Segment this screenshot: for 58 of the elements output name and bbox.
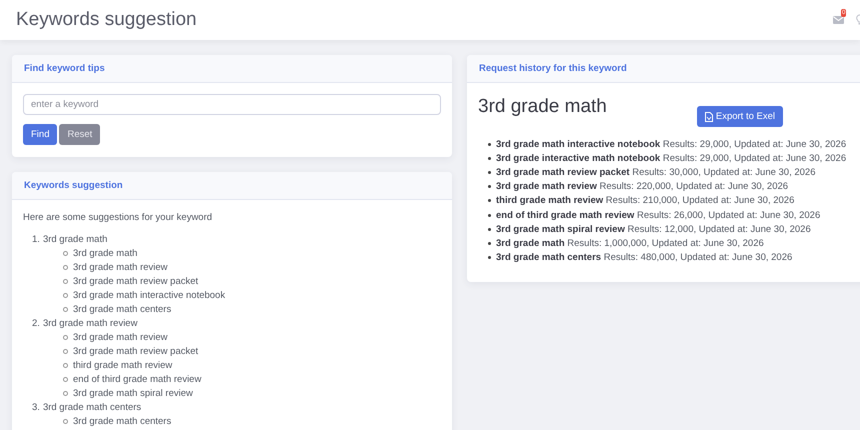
bullet-icon xyxy=(63,334,68,340)
bullet-icon xyxy=(63,390,68,396)
history-entry: 3rd grade math interactive notebook Results: 29,000, Updated at: June 30, 2026 xyxy=(496,138,846,150)
keyword-field[interactable]: enter a keyword xyxy=(23,94,441,115)
bullet-icon xyxy=(488,256,491,260)
suggestion-item: 3rd grade math review xyxy=(73,332,168,343)
bullet-icon xyxy=(488,228,491,231)
bullet-icon xyxy=(63,306,68,312)
suggestion-item: 3rd grade math review packet xyxy=(73,276,198,287)
reset-button[interactable]: Reset xyxy=(59,124,100,145)
history-entry: end of third grade math review Results: 26,000, Updated at: June 30, 2026 xyxy=(496,210,820,221)
suggestion-item: 3rd grade math centers xyxy=(73,304,172,315)
history-entry: 3rd grade math review Results: 220,000, Updated at: June 30, 2026 xyxy=(496,181,788,192)
suggestion-item: 3rd grade math spiral review xyxy=(73,388,193,399)
history-entry: 3rd grade math spiral review Results: 12,000, Updated at: June 30, 2026 xyxy=(496,224,811,235)
list-number: 2. xyxy=(32,318,40,329)
file-download-icon xyxy=(704,112,713,122)
bullet-icon xyxy=(488,199,491,202)
bullet-icon xyxy=(488,156,491,160)
bullet-icon xyxy=(63,264,68,270)
bullet-icon xyxy=(488,185,491,188)
history-entry: 3rd grade math centers Results: 480,000, Updated at: June 30, 2026 xyxy=(496,252,792,264)
bullet-icon xyxy=(63,250,68,256)
bullet-icon xyxy=(63,278,68,284)
bullet-icon xyxy=(488,214,491,217)
bullet-icon xyxy=(63,292,68,298)
intro-text: Here are some suggestions for your keyword xyxy=(23,212,214,223)
suggestion-item: end of third grade math review xyxy=(73,374,202,385)
list-number: 3. xyxy=(32,402,40,413)
keyword-heading: 3rd grade math xyxy=(478,96,607,118)
suggestion-group: 3rd grade math centers xyxy=(42,402,142,413)
suggestion-group: 3rd grade math xyxy=(42,234,108,245)
history-entry: 3rd grade math Results: 1,000,000, Updated at: June 30, 2026 xyxy=(496,238,764,249)
bullet-icon xyxy=(488,170,491,174)
card-title: Find keyword tips xyxy=(24,63,105,74)
page-title: Keywords suggestion xyxy=(16,9,197,31)
card-title: Keywords suggestion xyxy=(24,180,123,191)
mail-icon[interactable] xyxy=(833,16,844,24)
suggestion-item: 3rd grade math review packet xyxy=(73,346,198,357)
list-number: 1. xyxy=(32,234,40,245)
suggestion-item: third grade math review xyxy=(73,360,172,371)
bullet-icon xyxy=(63,362,68,368)
bullet-icon xyxy=(63,419,68,424)
bullet-icon xyxy=(63,348,68,354)
history-entry: third grade math review Results: 210,000, Updated at: June 30, 2026 xyxy=(496,195,794,206)
card-title: Request history for this keyword xyxy=(479,63,627,74)
history-entry: 3rd grade math review packet Results: 30,000, Updated at: June 30, 2026 xyxy=(496,166,816,178)
history-entry: 3rd grade interactive math notebook Results: 29,000, Updated at: June 30, 2026 xyxy=(496,152,846,164)
suggestion-item: 3rd grade math centers xyxy=(73,416,172,428)
bullet-icon xyxy=(488,142,491,146)
suggestion-item: 3rd grade math xyxy=(73,248,138,259)
bullet-icon xyxy=(488,242,491,245)
suggestion-group: 3rd grade math review xyxy=(42,318,138,329)
suggestion-item: 3rd grade math review xyxy=(73,262,168,273)
export-button[interactable]: Export to Exel xyxy=(696,106,783,127)
suggestion-item: 3rd grade math interactive notebook xyxy=(73,290,226,301)
find-button[interactable]: Find xyxy=(23,124,58,145)
bullet-icon xyxy=(63,376,68,382)
